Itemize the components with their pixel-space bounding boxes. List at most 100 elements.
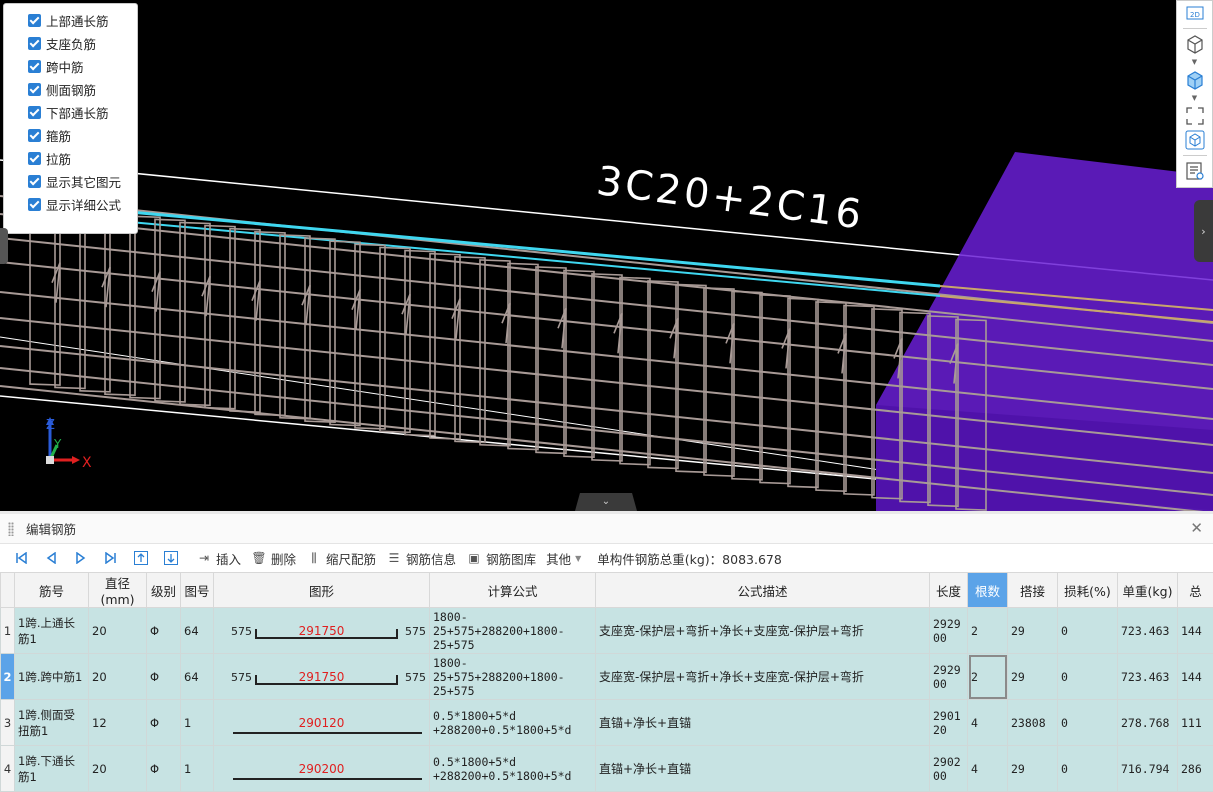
cell-formula[interactable]: 1800-25+575+288200+1800-25+575 — [430, 654, 596, 700]
cell-total-weight[interactable]: 286 — [1178, 746, 1213, 792]
cell-unit-weight[interactable]: 723.463 — [1118, 654, 1178, 700]
table-row[interactable]: 11跨.上通长筋120Φ645752917505751800-25+575+28… — [1, 608, 1213, 654]
cell-formula[interactable]: 0.5*1800+5*d +288200+0.5*1800+5*d — [430, 746, 596, 792]
close-icon[interactable]: ✕ — [1190, 519, 1203, 537]
cell-count[interactable]: 2 — [968, 654, 1008, 700]
cell-lap[interactable]: 23808 — [1008, 700, 1058, 746]
table-row[interactable]: 31跨.侧面受扭筋112Φ12901200.5*1800+5*d +288200… — [1, 700, 1213, 746]
cell-length[interactable]: 290120 — [930, 700, 968, 746]
cell-grade[interactable]: Φ — [147, 608, 181, 654]
checkbox-icon[interactable] — [28, 152, 41, 165]
row-number[interactable]: 2 — [1, 654, 15, 700]
cell-description[interactable]: 直锚+净长+直锚 — [596, 746, 930, 792]
layer-toggle[interactable]: 显示详细公式 — [4, 193, 137, 216]
cell-description[interactable]: 支座宽-保护层+弯折+净长+支座宽-保护层+弯折 — [596, 608, 930, 654]
column-header[interactable]: 搭接 — [1008, 573, 1058, 608]
isometric-view-button[interactable] — [1182, 128, 1208, 152]
cell-total-weight[interactable]: 144 — [1178, 608, 1213, 654]
left-panel-toggle[interactable] — [0, 228, 8, 264]
checkbox-icon[interactable] — [28, 60, 41, 73]
cell-total-weight[interactable]: 144 — [1178, 654, 1213, 700]
chevron-down-icon[interactable]: ▼ — [1192, 92, 1197, 104]
row-number[interactable]: 4 — [1, 746, 15, 792]
cell-formula[interactable]: 0.5*1800+5*d +288200+0.5*1800+5*d — [430, 700, 596, 746]
cell-unit-weight[interactable]: 716.794 — [1118, 746, 1178, 792]
column-header[interactable]: 单重(kg) — [1118, 573, 1178, 608]
editor-title-bar[interactable]: 编辑钢筋 ✕ — [0, 514, 1213, 544]
column-header[interactable]: 图号 — [181, 573, 214, 608]
cell-lap[interactable]: 29 — [1008, 654, 1058, 700]
cell-name[interactable]: 1跨.侧面受扭筋1 — [15, 700, 89, 746]
other-menu-button[interactable]: 其他▼ — [546, 549, 581, 568]
column-header-selected[interactable]: 根数 — [968, 573, 1008, 608]
cell-figure-no[interactable]: 1 — [181, 700, 214, 746]
cell-diameter[interactable]: 12 — [89, 700, 147, 746]
checkbox-icon[interactable] — [28, 129, 41, 142]
cell-figure-no[interactable]: 64 — [181, 608, 214, 654]
column-header[interactable]: 公式描述 — [596, 573, 930, 608]
checkbox-icon[interactable] — [28, 106, 41, 119]
move-up-button[interactable] — [126, 547, 156, 569]
column-header[interactable]: 级别 — [147, 573, 181, 608]
column-header[interactable]: 总 — [1178, 573, 1213, 608]
fit-view-button[interactable] — [1182, 104, 1208, 128]
rebar-3d-scene[interactable] — [0, 0, 1213, 511]
table-row[interactable]: 21跨.跨中筋120Φ645752917505751800-25+575+288… — [1, 654, 1213, 700]
cell-loss[interactable]: 0 — [1058, 746, 1118, 792]
row-number[interactable]: 1 — [1, 608, 15, 654]
column-header[interactable]: 损耗(%) — [1058, 573, 1118, 608]
cell-grade[interactable]: Φ — [147, 700, 181, 746]
column-header[interactable]: 筋号 — [15, 573, 89, 608]
cell-unit-weight[interactable]: 278.768 — [1118, 700, 1178, 746]
cell-diameter[interactable]: 20 — [89, 608, 147, 654]
cell-description[interactable]: 直锚+净长+直锚 — [596, 700, 930, 746]
cell-description[interactable]: 支座宽-保护层+弯折+净长+支座宽-保护层+弯折 — [596, 654, 930, 700]
cell-count[interactable]: 2 — [968, 608, 1008, 654]
cell-total-weight[interactable]: 111 — [1178, 700, 1213, 746]
display-settings-button[interactable] — [1182, 159, 1208, 183]
first-record-button[interactable] — [6, 547, 36, 569]
cell-length[interactable]: 292900 — [930, 654, 968, 700]
cell-loss[interactable]: 0 — [1058, 608, 1118, 654]
scale-rebar-button[interactable]: ⫼缩尺配筋 — [306, 549, 376, 568]
column-header[interactable]: 长度 — [930, 573, 968, 608]
bottom-panel-toggle[interactable]: ⌄ — [575, 493, 637, 511]
cell-figure-no[interactable]: 1 — [181, 746, 214, 792]
cell-grade[interactable]: Φ — [147, 746, 181, 792]
insert-button[interactable]: ⇥插入 — [196, 549, 241, 568]
previous-record-button[interactable] — [36, 547, 66, 569]
drag-grip-icon[interactable] — [8, 522, 14, 536]
column-header[interactable]: 图形 — [214, 573, 430, 608]
cell-name[interactable]: 1跨.上通长筋1 — [15, 608, 89, 654]
layer-toggle[interactable]: 上部通长筋 — [4, 9, 137, 32]
checkbox-icon[interactable] — [28, 37, 41, 50]
cell-loss[interactable]: 0 — [1058, 700, 1118, 746]
cell-count[interactable]: 4 — [968, 700, 1008, 746]
cell-shape[interactable]: 575291750575 — [214, 608, 430, 654]
3d-view-button[interactable] — [1182, 32, 1208, 56]
rebar-info-button[interactable]: ☰钢筋信息 — [386, 549, 456, 568]
layer-toggle[interactable]: 显示其它图元 — [4, 170, 137, 193]
next-record-button[interactable] — [66, 547, 96, 569]
cell-shape[interactable]: 575291750575 — [214, 654, 430, 700]
layer-toggle[interactable]: 箍筋 — [4, 124, 137, 147]
cell-formula[interactable]: 1800-25+575+288200+1800-25+575 — [430, 608, 596, 654]
last-record-button[interactable] — [96, 547, 126, 569]
checkbox-icon[interactable] — [28, 198, 41, 211]
layer-toggle[interactable]: 下部通长筋 — [4, 101, 137, 124]
checkbox-icon[interactable] — [28, 175, 41, 188]
layer-toggle[interactable]: 侧面钢筋 — [4, 78, 137, 101]
cell-shape[interactable]: 290200 — [214, 746, 430, 792]
cell-lap[interactable]: 29 — [1008, 746, 1058, 792]
cell-diameter[interactable]: 20 — [89, 654, 147, 700]
cell-unit-weight[interactable]: 723.463 — [1118, 608, 1178, 654]
2d-view-button[interactable]: 2D — [1182, 1, 1208, 25]
column-header[interactable]: 直径(mm) — [89, 573, 147, 608]
cell-figure-no[interactable]: 64 — [181, 654, 214, 700]
move-down-button[interactable] — [156, 547, 186, 569]
layer-toggle[interactable]: 支座负筋 — [4, 32, 137, 55]
cell-loss[interactable]: 0 — [1058, 654, 1118, 700]
right-panel-toggle[interactable]: › — [1194, 200, 1213, 262]
chevron-down-icon[interactable]: ▼ — [1192, 56, 1197, 68]
delete-button[interactable]: 🗑删除 — [251, 549, 296, 568]
